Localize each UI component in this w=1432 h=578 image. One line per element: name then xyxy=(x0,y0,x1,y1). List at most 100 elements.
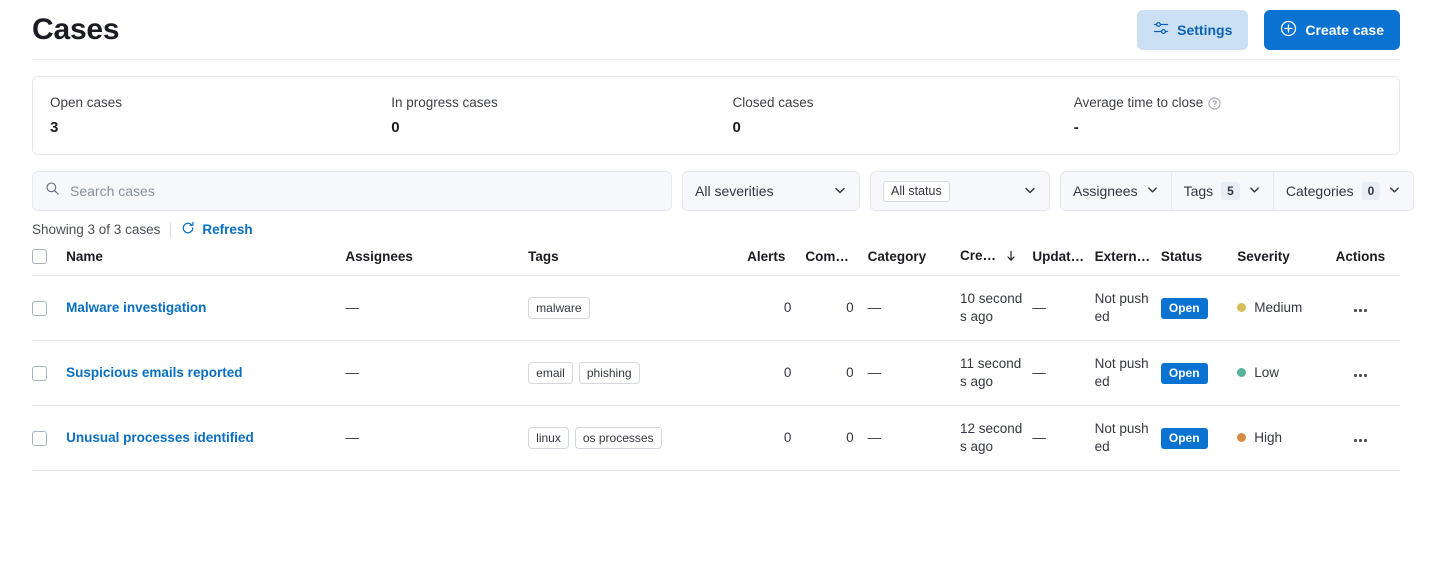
cell-category: — xyxy=(867,275,961,341)
tag-chip[interactable]: os processes xyxy=(574,427,662,449)
column-header-assignees[interactable]: Assignees xyxy=(345,238,529,276)
tags-count-badge: 5 xyxy=(1221,182,1240,200)
cell-status: Open xyxy=(1160,405,1238,471)
chevron-down-icon xyxy=(1248,183,1261,199)
settings-button[interactable]: Settings xyxy=(1137,9,1249,50)
settings-button-label: Settings xyxy=(1177,21,1233,38)
column-header-updated[interactable]: Update… xyxy=(1032,238,1095,276)
cell-actions xyxy=(1335,340,1400,406)
chevron-down-icon xyxy=(1388,183,1401,199)
column-header-status[interactable]: Status xyxy=(1160,238,1238,276)
column-header-created[interactable]: Cre… xyxy=(960,238,1033,276)
cell-comments: 0 xyxy=(805,405,868,471)
categories-filter-label: Categories xyxy=(1285,183,1354,199)
search-icon xyxy=(45,181,60,201)
refresh-button[interactable]: Refresh xyxy=(181,221,253,238)
row-checkbox[interactable] xyxy=(32,300,47,316)
cell-actions xyxy=(1335,275,1400,341)
page-header: Cases Settings Create case xyxy=(0,0,1432,59)
tags-filter-button[interactable]: Tags 5 xyxy=(1172,172,1274,210)
column-header-tags[interactable]: Tags xyxy=(528,238,748,276)
cell-assignees: — xyxy=(345,275,529,341)
cell-created: 10 seconds ago xyxy=(960,275,1033,341)
create-case-button[interactable]: Create case xyxy=(1264,9,1400,50)
status-filter-select[interactable]: All status xyxy=(870,171,1050,211)
page-title: Cases xyxy=(32,13,120,46)
tags-filter-label: Tags xyxy=(1183,183,1214,199)
cell-name: Suspicious emails reported xyxy=(66,340,346,406)
cell-name: Malware investigation xyxy=(66,275,346,341)
stat-label: Closed cases xyxy=(732,95,814,110)
row-checkbox[interactable] xyxy=(32,430,47,446)
severity-filter-select[interactable]: All severities xyxy=(682,171,860,211)
column-header-created-label: Cre… xyxy=(960,248,997,263)
categories-filter-button[interactable]: Categories 0 xyxy=(1274,172,1413,210)
stat-value: - xyxy=(1073,119,1079,136)
table-body: Malware investigation — malware 0 0 — 10… xyxy=(32,275,1400,471)
stat-in-progress-cases: In progress cases 0 xyxy=(375,93,716,138)
stat-value: 0 xyxy=(732,119,741,136)
select-all-checkbox[interactable] xyxy=(32,249,47,264)
table-header-row: Name Assignees Tags Alerts Comm… Categor… xyxy=(32,238,1400,276)
sort-descending-icon xyxy=(1005,250,1017,265)
row-actions-menu-icon[interactable] xyxy=(1336,309,1367,312)
cell-created: 12 seconds ago xyxy=(960,405,1033,471)
tag-chip[interactable]: linux xyxy=(528,427,569,449)
cell-severity: Low xyxy=(1237,340,1336,406)
cell-category: — xyxy=(867,340,961,406)
tag-chip[interactable]: phishing xyxy=(578,362,640,384)
chevron-down-icon xyxy=(1146,183,1159,199)
stat-value: 3 xyxy=(50,119,59,136)
cell-tags: malware xyxy=(528,275,748,341)
stat-label: Open cases xyxy=(50,95,123,110)
assignees-filter-label: Assignees xyxy=(1073,183,1138,199)
tag-chip[interactable]: email xyxy=(528,362,573,384)
column-header-alerts[interactable]: Alerts xyxy=(747,238,806,276)
case-name-link[interactable]: Unusual processes identified xyxy=(66,430,254,445)
showing-count-text: Showing 3 of 3 cases xyxy=(32,222,161,237)
stats-panel: Open cases 3 In progress cases 0 Closed … xyxy=(32,76,1400,155)
row-select-cell xyxy=(32,405,67,471)
cell-external: Not pushed xyxy=(1094,275,1161,341)
row-checkbox[interactable] xyxy=(32,365,47,381)
severity-label: High xyxy=(1254,429,1282,445)
assignees-filter-button[interactable]: Assignees xyxy=(1061,172,1172,210)
table-row: Unusual processes identified — linux os … xyxy=(32,405,1400,471)
severity-indicator: High xyxy=(1237,429,1282,447)
search-cases-field[interactable] xyxy=(32,171,672,211)
column-header-external[interactable]: Extern… xyxy=(1094,238,1161,276)
case-name-link[interactable]: Suspicious emails reported xyxy=(66,365,242,380)
tag-chip[interactable]: malware xyxy=(528,297,590,319)
severity-dot-icon xyxy=(1237,433,1247,443)
help-circle-icon[interactable] xyxy=(1208,96,1221,110)
severity-label: Low xyxy=(1254,364,1279,380)
search-input[interactable] xyxy=(70,183,659,199)
filter-bar: All severities All status Assignees xyxy=(0,155,1432,211)
stat-average-time-to-close: Average time to close - xyxy=(1058,93,1399,138)
status-badge: Open xyxy=(1160,427,1208,449)
cell-severity: High xyxy=(1237,405,1336,471)
column-header-category[interactable]: Category xyxy=(867,238,961,276)
status-filter-label: All status xyxy=(883,180,950,202)
chevron-down-icon xyxy=(833,183,847,200)
column-header-name[interactable]: Name xyxy=(66,238,346,276)
column-header-actions: Actions xyxy=(1335,238,1400,276)
cases-page: Cases Settings Create case Open cases 3 … xyxy=(0,0,1432,578)
row-actions-menu-icon[interactable] xyxy=(1336,374,1367,377)
filter-button-group: Assignees Tags 5 Categories 0 xyxy=(1060,171,1415,211)
severity-dot-icon xyxy=(1237,368,1247,378)
cell-updated: — xyxy=(1032,340,1095,406)
cases-table-container: Name Assignees Tags Alerts Comm… Categor… xyxy=(0,238,1432,471)
cell-external: Not pushed xyxy=(1094,405,1161,471)
cases-table: Name Assignees Tags Alerts Comm… Categor… xyxy=(32,238,1400,471)
stat-closed-cases: Closed cases 0 xyxy=(717,93,1058,138)
cell-alerts: 0 xyxy=(747,275,806,341)
row-actions-menu-icon[interactable] xyxy=(1336,439,1367,442)
column-header-severity[interactable]: Severity xyxy=(1237,238,1336,276)
severity-filter-label: All severities xyxy=(695,183,774,199)
tag-list: email phishing xyxy=(528,362,739,384)
cell-tags: email phishing xyxy=(528,340,748,406)
case-name-link[interactable]: Malware investigation xyxy=(66,300,206,315)
chevron-down-icon xyxy=(1023,183,1037,200)
column-header-comments[interactable]: Comm… xyxy=(805,238,868,276)
